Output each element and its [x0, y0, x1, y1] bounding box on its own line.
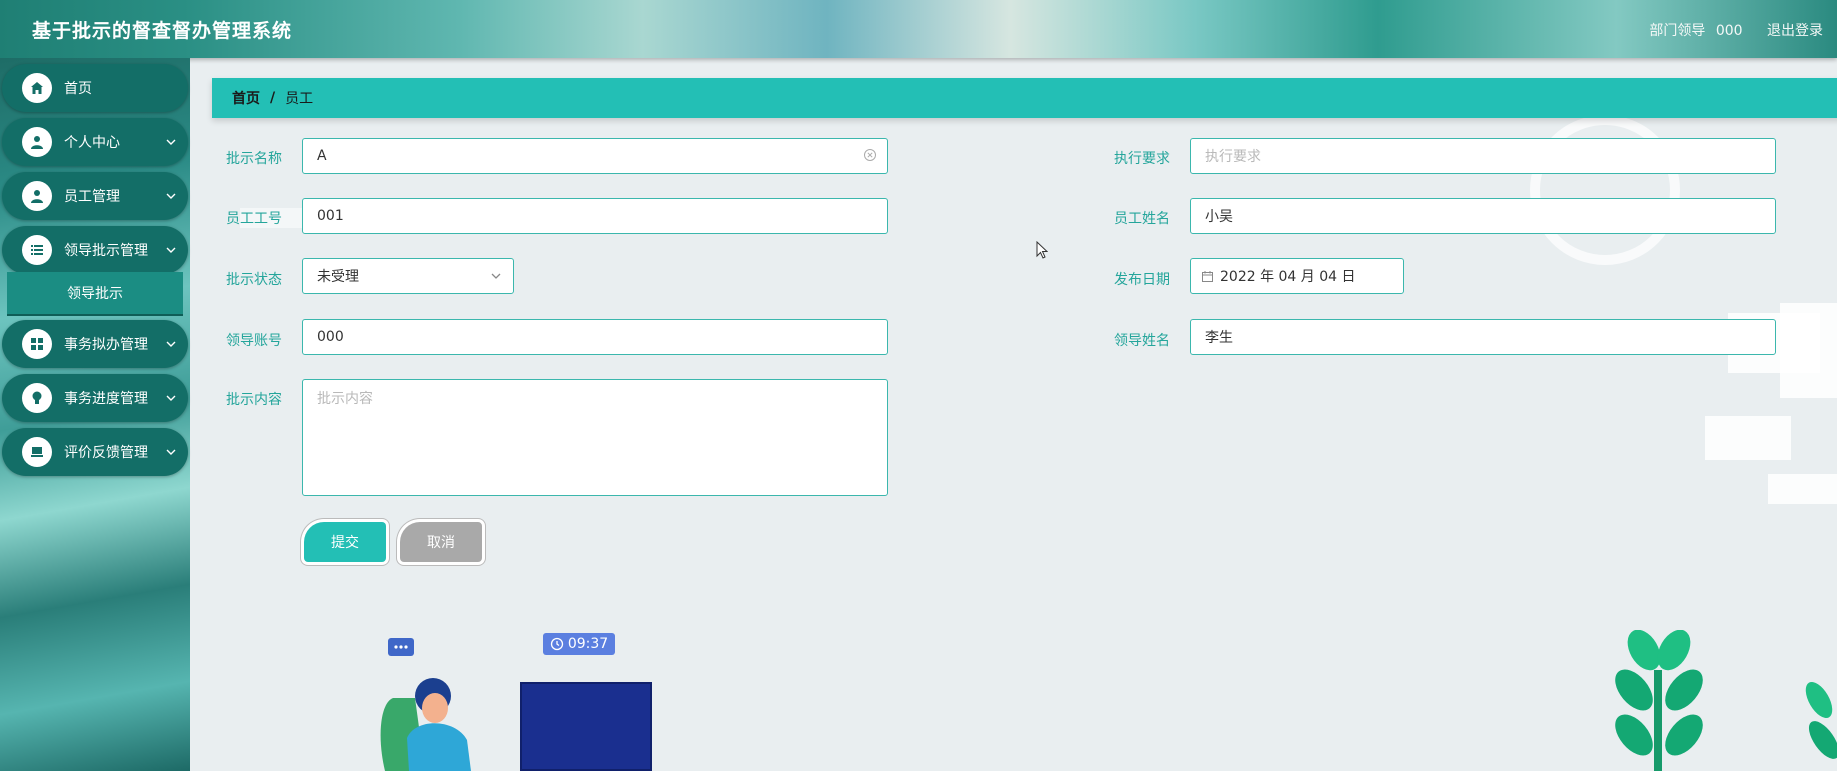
- publish-date-picker[interactable]: 2022 年 04 月 04 日: [1190, 258, 1404, 294]
- sidebar-item-label: 事务进度管理: [64, 391, 148, 407]
- publish-date-label: 发布日期: [1114, 272, 1170, 288]
- sidebar-item-label: 个人中心: [64, 135, 120, 151]
- plant-illustration: [1615, 630, 1837, 771]
- deco-block: [1705, 416, 1791, 460]
- grid-icon: [22, 329, 52, 359]
- breadcrumb-home[interactable]: 首页: [232, 88, 260, 108]
- sidebar-item-leader-approval-management[interactable]: 领导批示管理: [2, 226, 188, 274]
- bulb-icon: [22, 383, 52, 413]
- monitor-illustration: [520, 682, 652, 771]
- person-icon: [22, 181, 52, 211]
- chat-bubble-icon: [388, 638, 414, 656]
- leader-name-label: 领导姓名: [1114, 333, 1170, 349]
- sidebar-item-label: 事务拟办管理: [64, 337, 148, 353]
- main-content: 首页 / 员工 批示名称 A 执行要求 执行要求 员工工号 001 员工姓名 小…: [190, 58, 1837, 771]
- top-bar: 基于批示的督查督办管理系统 部门领导 000 退出登录: [0, 0, 1837, 58]
- sidebar-item-employee-management[interactable]: 员工管理: [2, 172, 188, 220]
- requirement-label: 执行要求: [1114, 151, 1170, 167]
- content-label: 批示内容: [226, 392, 282, 408]
- deco-block: [1780, 303, 1837, 398]
- user-role: 部门领导: [1649, 23, 1706, 39]
- approval-name-label: 批示名称: [226, 151, 282, 167]
- person-icon: [22, 127, 52, 157]
- mouse-cursor-icon: [1036, 241, 1048, 259]
- leader-name-input[interactable]: 李生: [1190, 319, 1776, 355]
- sidebar-item-evaluation-feedback[interactable]: 评价反馈管理: [2, 428, 188, 476]
- submit-button[interactable]: 提交: [304, 522, 386, 562]
- user-area: 部门领导 000 退出登录: [1643, 20, 1823, 40]
- chevron-down-icon: [166, 247, 176, 253]
- user-name: 000: [1715, 23, 1743, 39]
- requirement-input[interactable]: 执行要求: [1190, 138, 1776, 174]
- breadcrumb-current: 员工: [285, 91, 314, 107]
- cancel-button[interactable]: 取消: [400, 522, 482, 562]
- home-icon: [22, 73, 52, 103]
- breadcrumb: 首页 / 员工: [212, 78, 1837, 118]
- sidebar-item-label: 员工管理: [64, 189, 120, 205]
- deco-block: [1768, 474, 1837, 504]
- publish-date-value: 2022 年 04 月 04 日: [1220, 269, 1356, 285]
- content-textarea[interactable]: 批示内容: [302, 379, 888, 496]
- chevron-down-icon: [166, 395, 176, 401]
- status-label: 批示状态: [226, 272, 282, 288]
- logout-link[interactable]: 退出登录: [1767, 23, 1823, 39]
- chevron-down-icon: [166, 341, 176, 347]
- breadcrumb-separator: /: [270, 90, 276, 106]
- employee-no-input[interactable]: 001: [302, 198, 888, 234]
- app-title: 基于批示的督查督办管理系统: [32, 20, 293, 42]
- time-badge: 09:37: [543, 633, 615, 655]
- employee-no-label: 员工工号: [226, 211, 282, 227]
- leader-account-input[interactable]: 000: [302, 319, 888, 355]
- sidebar-item-personal-center[interactable]: 个人中心: [2, 118, 188, 166]
- employee-name-label: 员工姓名: [1114, 211, 1170, 227]
- sidebar-item-affairs-progress[interactable]: 事务进度管理: [2, 374, 188, 422]
- sidebar-item-label: 领导批示管理: [64, 243, 148, 259]
- sidebar-subitem-leader-approval[interactable]: 领导批示: [7, 272, 183, 316]
- sidebar: 首页 个人中心 员工管理 领导批示管理 领导批示 事务拟办管理 事务进度管理 评…: [0, 58, 190, 771]
- approval-name-input[interactable]: A: [302, 138, 888, 174]
- approval-name-value: A: [317, 148, 327, 164]
- monitor-icon: [22, 437, 52, 467]
- status-select[interactable]: 未受理: [302, 258, 514, 294]
- person-illustration: [380, 678, 471, 771]
- status-value: 未受理: [317, 269, 359, 285]
- sidebar-item-label: 评价反馈管理: [64, 445, 148, 461]
- clock-icon: [550, 637, 563, 651]
- chevron-down-icon: [489, 269, 503, 287]
- sidebar-item-label: 首页: [64, 81, 92, 97]
- sidebar-item-affairs-drafting[interactable]: 事务拟办管理: [2, 320, 188, 368]
- chevron-down-icon: [166, 193, 176, 199]
- employee-name-input[interactable]: 小吴: [1190, 198, 1776, 234]
- chevron-down-icon: [166, 449, 176, 455]
- sidebar-item-home[interactable]: 首页: [2, 64, 188, 112]
- time-text: 09:37: [567, 636, 609, 652]
- leader-account-label: 领导账号: [226, 333, 282, 349]
- chevron-down-icon: [166, 139, 176, 145]
- calendar-icon: [1201, 270, 1214, 283]
- list-icon: [22, 235, 52, 265]
- clear-icon[interactable]: [863, 148, 877, 166]
